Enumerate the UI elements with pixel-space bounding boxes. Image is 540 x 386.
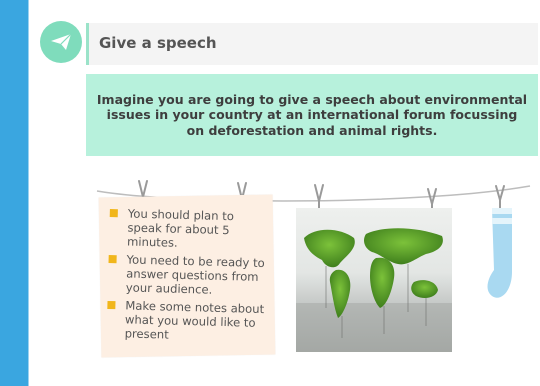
bullet-icon xyxy=(107,300,116,310)
world-map-trees-image xyxy=(296,228,452,352)
note-item: Make some notes about what you would lik… xyxy=(106,298,267,344)
note-item: You should plan to speak for about 5 min… xyxy=(109,206,270,252)
sock-icon xyxy=(487,208,512,298)
note-list: You should plan to speak for about 5 min… xyxy=(106,206,270,348)
bullet-icon xyxy=(109,208,118,218)
world-map-trees-photo xyxy=(296,208,452,352)
note-item: You need to be ready to answer questions… xyxy=(108,252,269,298)
bullet-icon xyxy=(108,254,117,264)
